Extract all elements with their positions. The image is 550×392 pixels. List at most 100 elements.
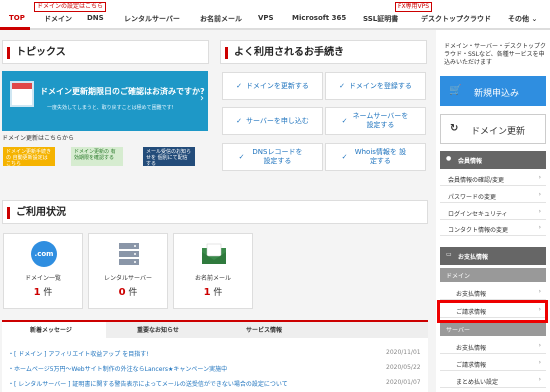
nav-other[interactable]: その他 ⌄: [508, 14, 537, 24]
usage-server-count: 0: [118, 287, 126, 298]
member-item-login-security[interactable]: ログインセキュリティ ›: [440, 206, 546, 220]
dns-record-label: DNSレコードを 設定する: [252, 148, 303, 165]
register-domain-button[interactable]: ✓ ドメインを登録する: [325, 72, 426, 100]
usage-mail-card[interactable]: お名前メール 1 件: [173, 233, 253, 309]
highlight-box: [437, 300, 548, 323]
member-item-contact[interactable]: コンタクト情報の変更 ›: [440, 222, 546, 236]
payment-info-head: ▭ お支払情報: [440, 247, 546, 265]
new-application-button[interactable]: 🛒 新規申込み: [440, 76, 546, 106]
usage-domain-unit: 件: [43, 288, 53, 298]
domain-payment-info[interactable]: お支払情報 ›: [440, 286, 546, 300]
nav-dns[interactable]: DNS: [87, 14, 104, 22]
renew-domain-button[interactable]: ✓ ドメインを更新する: [222, 72, 323, 100]
banner-subtitle: 一度失効してしまうと、取り戻すことは極めて困難です!: [47, 105, 174, 111]
member-item-password[interactable]: パスワードの変更 ›: [440, 189, 546, 203]
news-item-2-text: ホームページ5万円〜Webサイト制作の外注ならLancers★キャンペーン実施中: [14, 366, 228, 373]
tab-important-notices[interactable]: 重要なお知らせ: [137, 325, 179, 334]
usage-mail-count: 1: [203, 287, 211, 298]
chevron-right-icon: ›: [538, 224, 541, 231]
cart-icon: 🛒: [449, 85, 462, 96]
news-item-2[interactable]: ・ホームページ5万円〜Webサイト制作の外注ならLancers★キャンペーン実施…: [8, 364, 227, 373]
news-item-3-date: 2020/01/07: [386, 379, 421, 386]
payment-info-title: お支払情報: [458, 254, 489, 261]
refresh-icon: ↻: [450, 123, 459, 134]
banner-title: ドメイン更新期限日のご確認はお済みですか?: [40, 87, 205, 96]
news-item-1[interactable]: ・[ ドメイン ] アフィリエイト収益アップ を目指す!: [8, 349, 149, 358]
server-icon: [119, 243, 139, 265]
usage-domain-card[interactable]: .com ドメイン一覧 1 件: [3, 233, 83, 309]
dotcom-icon: .com: [31, 241, 57, 267]
server-payment-info-label: お支払情報: [456, 345, 487, 352]
nav-ssl[interactable]: SSL証明書: [363, 14, 398, 24]
promo-domain-badge[interactable]: ドメインの設定はこちら: [34, 2, 107, 12]
news-item-1-date: 2020/11/01: [386, 349, 421, 356]
tab-service-info[interactable]: サービス情報: [246, 325, 282, 334]
member-item-profile[interactable]: 会員情報の確認/変更 ›: [440, 172, 546, 186]
usage-mail-unit: 件: [213, 288, 223, 298]
mini-banner-mail-notice[interactable]: メール受信のお知らせを 個別にて配信する: [143, 147, 195, 166]
check-icon: ✓: [238, 152, 245, 161]
member-item-contact-label: コンタクト情報の変更: [448, 227, 509, 234]
chevron-right-icon[interactable]: ›: [200, 93, 204, 104]
chevron-right-icon: ›: [538, 376, 541, 383]
payment-sub-server-label: サーバー: [446, 327, 470, 334]
whois-settings-label: Whois情報を 設定する: [354, 148, 407, 165]
nameserver-settings-button[interactable]: ✓ ネームサーバーを 設定する: [325, 107, 426, 135]
tab-new-messages[interactable]: 新着メッセージ: [30, 325, 72, 334]
usage-domain-count-wrap: 1 件: [4, 285, 82, 298]
usage-domain-label: ドメイン一覧: [24, 275, 61, 282]
domain-renew-button[interactable]: ↻ ドメイン更新: [440, 114, 546, 144]
member-item-password-label: パスワードの変更: [448, 194, 497, 201]
apply-server-label: サーバーを申し込む: [245, 116, 309, 125]
nav-microsoft365[interactable]: Microsoft 365: [292, 14, 346, 22]
nav-domain[interactable]: ドメイン: [44, 14, 72, 24]
usage-domain-count: 1: [33, 287, 41, 298]
dns-record-button[interactable]: ✓ DNSレコードを 設定する: [222, 143, 323, 171]
mini-banner-auto-renew[interactable]: ドメイン更新手続きの 自動更新設定はこちら: [3, 147, 55, 166]
usage-server-card[interactable]: レンタルサーバー 0 件: [88, 233, 168, 309]
apply-server-button[interactable]: ✓ サーバーを申し込む: [222, 107, 323, 135]
server-billing-info[interactable]: ご請求情報 ›: [440, 357, 546, 371]
nav-top[interactable]: TOP: [9, 14, 25, 22]
usage-server-unit: 件: [128, 288, 138, 298]
card-icon: ▭: [446, 251, 452, 258]
usage-title: ご利用状況: [7, 207, 66, 219]
register-domain-label: ドメインを登録する: [348, 81, 412, 90]
server-bulk-payment-label: まとめ払い設定: [456, 379, 499, 386]
server-payment-info[interactable]: お支払情報 ›: [440, 340, 546, 354]
promo-vps-badge[interactable]: FX専用VPS: [395, 2, 433, 12]
news-item-3-text: [ レンタルサーバー ] 証明書に関する警告表示によってメールの送受信ができない…: [14, 381, 288, 388]
procedures-title: よく利用されるお手続き: [225, 47, 344, 59]
nav-rental-server[interactable]: レンタルサーバー: [124, 14, 180, 24]
news-item-2-date: 2020/05/22: [386, 364, 421, 371]
renewal-banner[interactable]: ドメイン更新期限日のご確認はお済みですか? 一度失効してしまうと、取り戻すことは…: [2, 71, 208, 131]
nameserver-settings-label: ネームサーバーを 設定する: [352, 112, 409, 129]
news-item-3[interactable]: ・[ レンタルサーバー ] 証明書に関する警告表示によってメールの送受信ができな…: [8, 379, 288, 388]
chevron-right-icon: ›: [538, 342, 541, 349]
renew-domain-label: ドメインを更新する: [245, 81, 309, 90]
new-application-label: 新規申込み: [474, 89, 520, 99]
payment-sub-domain: ドメイン: [440, 268, 546, 282]
whois-settings-button[interactable]: ✓ Whois情報を 設定する: [325, 143, 426, 171]
payment-sub-domain-label: ドメイン: [446, 273, 471, 280]
news-item-1-text: [ ドメイン ] アフィリエイト収益アップ を目指す!: [14, 351, 149, 358]
domain-renew-button-label: ドメイン更新: [471, 127, 526, 137]
server-bulk-payment[interactable]: まとめ払い設定 ›: [440, 374, 546, 388]
check-icon: ✓: [339, 81, 345, 90]
member-item-profile-label: 会員情報の確認/変更: [448, 177, 505, 184]
nav-onamae-mail[interactable]: お名前メール: [200, 14, 242, 24]
server-billing-info-label: ご請求情報: [456, 362, 487, 369]
nav-desktop-cloud[interactable]: デスクトップクラウド: [421, 14, 491, 24]
domain-renew-label: ドメイン更新はこちらから: [2, 135, 75, 142]
nav-active-indicator: [0, 27, 30, 30]
mini-banner-expiry-check[interactable]: ドメイン更新の 有効期限を確認する: [71, 147, 123, 166]
chevron-right-icon: ›: [538, 208, 541, 215]
member-info-head: ● 会員情報: [440, 151, 546, 169]
usage-header: ご利用状況: [2, 200, 428, 224]
member-item-login-security-label: ログインセキュリティ: [448, 211, 508, 218]
nav-vps[interactable]: VPS: [258, 14, 274, 22]
sidebar-intro: ドメイン・サーバー・デスクトップクラウド・SSLなど、各種サービスを申込みいただ…: [444, 43, 546, 66]
payment-sub-server: サーバー: [440, 322, 546, 336]
usage-server-count-wrap: 0 件: [89, 285, 167, 298]
chevron-right-icon: ›: [538, 359, 541, 366]
